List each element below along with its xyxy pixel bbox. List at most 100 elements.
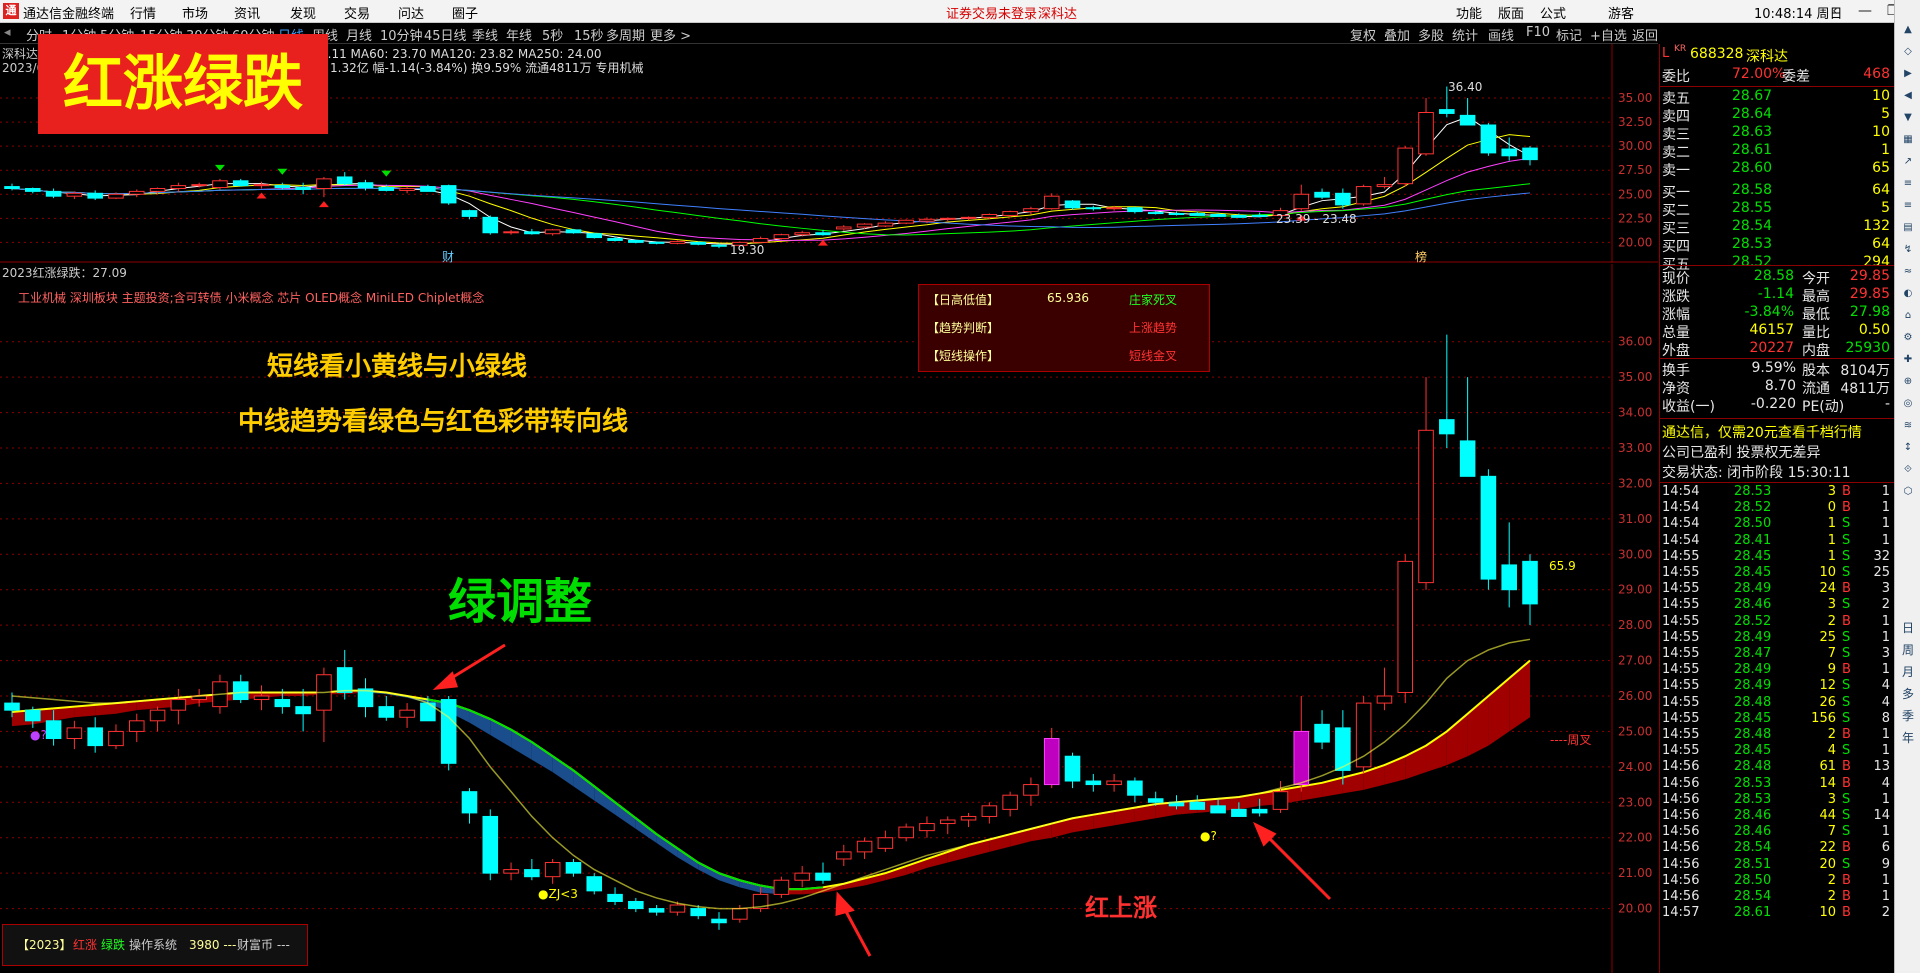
toolstrip-icon[interactable]: ◇: [1898, 44, 1918, 60]
tool-zixuan[interactable]: +自选: [1590, 25, 1627, 44]
toolstrip-icon[interactable]: ⚙: [1898, 330, 1918, 346]
tick-list[interactable]: 14:54 28.53 3 B 1 14:54 28.52 0 B 1 14:54 28.50 1 S 1 1…: [1660, 484, 1895, 973]
toolstrip-icon[interactable]: ≡: [1898, 198, 1918, 214]
tick-row: 14:56 28.54 22 B 6: [1662, 840, 1892, 856]
concept-tags[interactable]: 工业机械 深圳板块 主题投资;含可转债 小米概念 芯片 OLED概念 MiniL…: [18, 290, 484, 305]
toolstrip-icon[interactable]: ▲: [1898, 22, 1918, 38]
tool-fuquan[interactable]: 复权: [1350, 25, 1376, 44]
period-monthly[interactable]: 月线: [346, 25, 372, 44]
candle-body: [1335, 192, 1351, 206]
upper-tag-bang[interactable]: 榜: [1415, 249, 1427, 263]
toolstrip-icon[interactable]: ↯: [1898, 242, 1918, 258]
toolstrip-icon[interactable]: ≈: [1898, 264, 1918, 280]
menu-formula[interactable]: 公式: [1540, 3, 1566, 22]
toolstrip-icon[interactable]: ◐: [1898, 286, 1918, 302]
system-footer-box[interactable]: 【2023】 红涨 绿跌 操作系统 3980 --- 财富币 ---: [2, 924, 308, 966]
candle-body: [461, 791, 478, 814]
tool-huaxian[interactable]: 画线: [1488, 25, 1514, 44]
menu-guest[interactable]: 游客: [1608, 3, 1634, 22]
period-year[interactable]: 年线: [506, 25, 532, 44]
tick-time: 14:55: [1662, 565, 1700, 580]
tool-biaoji[interactable]: 标记: [1556, 25, 1582, 44]
menu-layout[interactable]: 版面: [1498, 3, 1524, 22]
candle-body: [1376, 695, 1393, 704]
info-value-1: 65.936: [1047, 291, 1089, 305]
candle-body: [1189, 213, 1206, 216]
period-10min[interactable]: 10分钟: [380, 25, 423, 44]
tick-volume: 25: [1819, 629, 1836, 645]
indicator-title[interactable]: 2023红涨绿跌：27.09: [2, 265, 127, 280]
tool-fanhui[interactable]: 返回: [1632, 25, 1658, 44]
tool-diejia[interactable]: 叠加: [1384, 25, 1410, 44]
toolstrip-icon[interactable]: ⊕: [1898, 374, 1918, 390]
weibi-value: 72.00%: [1732, 66, 1786, 82]
toolstrip-icon[interactable]: ⬡: [1898, 484, 1918, 500]
toolstrip-icon[interactable]: ◎: [1898, 396, 1918, 412]
period-multi[interactable]: 多周期: [606, 25, 645, 44]
minimize-icon[interactable]: —: [1850, 1, 1880, 21]
candle-body: [503, 869, 519, 874]
stock-code: 688328: [1690, 46, 1744, 62]
toolstrip-icon[interactable]: ▶: [1898, 66, 1918, 82]
period-more[interactable]: 更多 >: [650, 25, 691, 44]
menu-item-quanzi[interactable]: 圈子: [452, 3, 478, 22]
candle-body: [836, 851, 852, 860]
period-side-button[interactable]: 多: [1898, 686, 1918, 702]
candle-body: [1418, 429, 1434, 584]
ribbon-segment: [531, 742, 553, 773]
stat-label: 量比: [1802, 325, 1830, 341]
menu-item-jiaoyi[interactable]: 交易: [344, 3, 370, 22]
main-indicator-chart[interactable]: 36.00 35.00 34.00 33.00 32.00 31.00 30.00 29.00…: [0, 264, 1658, 973]
ma-line: [11, 183, 1531, 236]
toolstrip-icon[interactable]: ▤: [1898, 220, 1918, 236]
tick-price: 28.61: [1734, 905, 1772, 921]
toolstrip-icon[interactable]: ⌂: [1898, 308, 1918, 324]
upper-tag-cai[interactable]: 财: [442, 250, 454, 263]
menu-item-zixun[interactable]: 资讯: [234, 3, 260, 22]
candle-body: [399, 187, 415, 191]
tick-row: 14:55 28.49 12 S 4: [1662, 678, 1892, 694]
menu-item-hangqing[interactable]: 行情: [130, 3, 156, 22]
candle-body: [669, 904, 686, 913]
period-side-button[interactable]: 日: [1898, 620, 1918, 636]
toolstrip-icon[interactable]: ↗: [1898, 154, 1918, 170]
menu-item-faxian[interactable]: 发现: [290, 3, 316, 22]
tool-f10[interactable]: F10: [1526, 25, 1550, 40]
toolstrip-icon[interactable]: ▦: [1898, 132, 1918, 148]
tick-row: 14:55 28.45 10 S 25: [1662, 565, 1892, 581]
period-5sec[interactable]: 5秒: [542, 25, 563, 44]
period-45day[interactable]: 45日线: [424, 25, 467, 44]
back-icon[interactable]: ‹: [1820, 1, 1850, 21]
tool-tongji[interactable]: 统计: [1452, 25, 1478, 44]
promo-text[interactable]: 通达信，仅需20元查看千档行情: [1662, 422, 1892, 441]
period-15sec[interactable]: 15秒: [574, 25, 604, 44]
tick-volume: 2: [1827, 613, 1836, 629]
buy-level-row: 买一 28.58 64: [1662, 182, 1892, 201]
toolstrip-icon[interactable]: ≡: [1898, 176, 1918, 192]
period-side-button[interactable]: 年: [1898, 730, 1918, 746]
period-bar-arrow-icon[interactable]: ◂: [4, 25, 11, 40]
period-side-button[interactable]: 月: [1898, 664, 1918, 680]
tick-count: 1: [1881, 484, 1890, 499]
level-price: 28.53: [1732, 236, 1773, 252]
login-notice[interactable]: 证券交易未登录: [946, 3, 1037, 22]
toolstrip-icon[interactable]: ↕: [1898, 440, 1918, 456]
period-side-button[interactable]: 周: [1898, 642, 1918, 658]
period-quarter[interactable]: 季线: [472, 25, 498, 44]
tick-time: 14:55: [1662, 548, 1700, 564]
toolstrip-icon[interactable]: ▼: [1898, 110, 1918, 126]
ribbon-segment: [1509, 660, 1530, 732]
toolstrip-icon[interactable]: ⟐: [1898, 462, 1918, 478]
stock-name: 深科达: [1746, 49, 1788, 65]
menu-item-shichang[interactable]: 市场: [182, 3, 208, 22]
tick-volume: 1: [1827, 548, 1836, 564]
toolstrip-icon[interactable]: ◀: [1898, 88, 1918, 104]
period-side-button[interactable]: 季: [1898, 708, 1918, 724]
menu-function[interactable]: 功能: [1456, 3, 1482, 22]
upper-high-label: 36.40: [1448, 80, 1482, 94]
menu-item-wenda[interactable]: 问达: [398, 3, 424, 22]
tool-duogu[interactable]: 多股: [1418, 25, 1444, 44]
toolstrip-icon[interactable]: ✚: [1898, 352, 1918, 368]
toolstrip-icon[interactable]: ≋: [1898, 418, 1918, 434]
candle-body: [1106, 780, 1122, 786]
